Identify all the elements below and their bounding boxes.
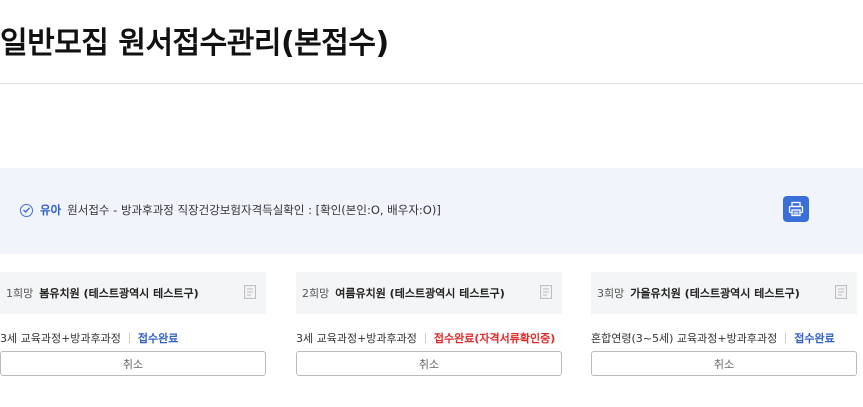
document-icon[interactable] [540,285,552,299]
status-badge: 접수완료 [794,332,835,345]
school-name: 가을유치원 (테스트광역시 테스트구) [630,287,800,300]
check-circle-icon [20,203,33,217]
choice-rank: 3희망 [597,287,625,300]
choice-header: 1희망 봄유치원 (테스트광역시 테스트구) [0,272,266,314]
cancel-button[interactable]: 취소 [0,351,266,376]
separator [785,333,787,343]
page-title: 일반모집 원서접수관리(본접수) [0,26,389,61]
printer-icon [788,201,804,217]
cancel-button[interactable]: 취소 [591,351,857,376]
choice-header: 3희망 가을유치원 (테스트광역시 테스트구) [591,272,857,314]
applicant-kind: 유아 [40,203,62,217]
course-name: 3세 교육과정+방과후과정 [296,332,417,345]
separator [424,333,426,343]
document-icon[interactable] [835,285,847,299]
cancel-button[interactable]: 취소 [296,351,562,376]
course-line: 3세 교육과정+방과후과정 접수완료(자격서류확인중) [296,330,555,346]
title-divider [0,83,863,84]
school-name: 봄유치원 (테스트광역시 테스트구) [39,287,199,300]
course-name: 3세 교육과정+방과후과정 [0,332,121,345]
info-text: 원서접수 - 방과후과정 직장건강보험자격득실확인 : [확인(본인:O, 배우… [67,203,441,217]
print-button[interactable] [783,196,809,222]
course-line: 3세 교육과정+방과후과정 접수완료 [0,330,178,346]
choice-card-2: 2희망 여름유치원 (테스트광역시 테스트구) 3세 교육과정+방과후과정 접수… [296,272,562,382]
choice-card-3: 3희망 가을유치원 (테스트광역시 테스트구) 혼합연령(3~5세) 교육과정+… [591,272,857,382]
info-banner: 유아 원서접수 - 방과후과정 직장건강보험자격득실확인 : [확인(본인:O,… [0,168,863,254]
course-line: 혼합연령(3~5세) 교육과정+방과후과정 접수완료 [591,330,835,346]
document-icon[interactable] [244,285,256,299]
status-badge: 접수완료(자격서류확인중) [433,332,556,345]
status-badge: 접수완료 [137,332,179,345]
choice-rank: 2희망 [302,287,330,300]
choice-card-1: 1희망 봄유치원 (테스트광역시 테스트구) 3세 교육과정+방과후과정 접수완… [0,272,266,382]
choice-header: 2희망 여름유치원 (테스트광역시 테스트구) [296,272,562,314]
choice-rank: 1희망 [6,287,34,300]
info-line: 유아 원서접수 - 방과후과정 직장건강보험자격득실확인 : [확인(본인:O,… [20,202,441,218]
school-name: 여름유치원 (테스트광역시 테스트구) [335,287,505,300]
course-name: 혼합연령(3~5세) 교육과정+방과후과정 [591,332,778,345]
separator [128,333,130,343]
